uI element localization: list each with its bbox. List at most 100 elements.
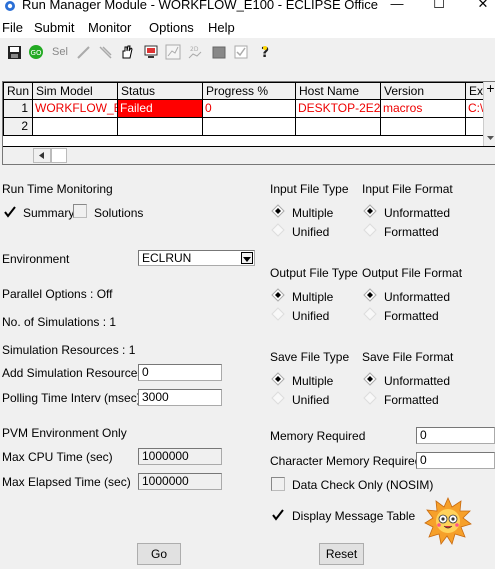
menu-options[interactable]: Options <box>149 20 194 35</box>
vertical-scrollbar[interactable]: + <box>483 81 495 146</box>
output-type-unified-radio[interactable] <box>271 307 285 321</box>
add-sim-resources-input[interactable]: 0 <box>138 364 222 381</box>
summary-label: Summary <box>23 206 75 220</box>
summary-checkbox[interactable] <box>3 205 17 219</box>
cell-version[interactable] <box>380 118 466 136</box>
output-type-multiple-radio[interactable] <box>271 288 285 302</box>
cell-version[interactable]: macros <box>380 100 466 118</box>
data-check-label: Data Check Only (NOSIM) <box>292 478 434 492</box>
menu-file[interactable]: File <box>2 20 23 35</box>
scroll-down-icon[interactable] <box>486 134 495 142</box>
save-format-unformatted-label: Unformatted <box>384 374 451 388</box>
cell-sim-model[interactable]: WORKFLOW_E100 <box>32 100 118 118</box>
2d-plot-icon[interactable]: 2D <box>186 43 204 61</box>
pvm-title: PVM Environment Only <box>2 426 127 440</box>
cell-exe[interactable] <box>465 118 485 136</box>
num-simulations-text: No. of Simulations : 1 <box>2 315 117 329</box>
svg-text:2D: 2D <box>190 46 199 53</box>
column-header-exe[interactable]: Exe <box>465 82 485 100</box>
go-button[interactable]: Go <box>137 543 181 565</box>
cell-progress[interactable]: 0 <box>202 100 296 118</box>
input-format-formatted-radio[interactable] <box>363 223 377 237</box>
input-type-unified-label: Unified <box>292 225 330 239</box>
menu-monitor[interactable]: Monitor <box>88 20 131 35</box>
save-file-format-title: Save File Format <box>362 350 454 364</box>
save-icon[interactable] <box>5 43 23 61</box>
run-time-monitoring-title: Run Time Monitoring <box>2 182 113 196</box>
environment-value: ECLRUN <box>142 251 192 265</box>
pencil-icon[interactable] <box>74 43 92 61</box>
cell-status-failed[interactable]: Failed <box>117 100 203 118</box>
toolbar: GO Sel 2D ? <box>0 40 495 66</box>
input-format-unformatted-radio[interactable] <box>363 204 377 218</box>
save-type-unified-radio[interactable] <box>271 391 285 405</box>
dropdown-button[interactable] <box>241 252 253 264</box>
scroll-left-icon <box>39 152 44 159</box>
column-header-status[interactable]: Status <box>117 82 203 100</box>
close-button[interactable]: ✕ <box>468 0 495 12</box>
title-bar: Run Manager Module - WORKFLOW_E100 - ECL… <box>0 0 495 18</box>
memory-required-input[interactable]: 0 <box>416 427 495 444</box>
column-header-host-name[interactable]: Host Name <box>295 82 381 100</box>
data-check-checkbox[interactable] <box>271 477 285 491</box>
save-format-formatted-radio[interactable] <box>363 391 377 405</box>
reset-button[interactable]: Reset <box>319 543 364 565</box>
menu-submit[interactable]: Submit <box>34 20 74 35</box>
input-type-unified-radio[interactable] <box>271 223 285 237</box>
cell-sim-model[interactable] <box>32 118 118 136</box>
save-format-unformatted-radio[interactable] <box>363 372 377 386</box>
memory-required-label: Memory Required <box>270 429 366 443</box>
max-elapsed-input[interactable]: 1000000 <box>138 473 222 490</box>
input-file-format-title: Input File Format <box>362 182 453 196</box>
lines-icon[interactable] <box>96 43 114 61</box>
row-number[interactable]: 2 <box>3 118 33 136</box>
svg-text:GO: GO <box>31 49 42 57</box>
run-icon[interactable]: GO <box>27 43 45 61</box>
solutions-label: Solutions <box>94 206 144 220</box>
cube-icon[interactable] <box>210 43 228 61</box>
output-format-unformatted-radio[interactable] <box>363 288 377 302</box>
save-format-formatted-label: Formatted <box>384 393 439 407</box>
monitor-icon[interactable] <box>142 43 160 61</box>
cell-host-name[interactable] <box>295 118 381 136</box>
column-header-version[interactable]: Version <box>380 82 466 100</box>
minimize-button[interactable]: — <box>382 0 412 11</box>
cell-exe[interactable]: C:\ <box>465 100 485 118</box>
select-button[interactable]: Sel <box>49 43 71 61</box>
scroll-thumb[interactable] <box>51 148 67 163</box>
input-type-multiple-label: Multiple <box>292 206 334 220</box>
environment-select[interactable]: ECLRUN <box>138 250 255 266</box>
environment-label: Environment <box>2 252 70 266</box>
chevron-down-icon <box>243 257 251 262</box>
column-header-progress[interactable]: Progress % <box>202 82 296 100</box>
maximize-button[interactable]: ☐ <box>424 0 454 12</box>
polling-input[interactable]: 3000 <box>138 389 222 406</box>
hand-icon[interactable] <box>118 43 136 61</box>
cell-host-name[interactable]: DESKTOP-2E2B1 <box>295 100 381 118</box>
char-memory-required-label: Character Memory Required <box>270 454 422 468</box>
output-type-multiple-label: Multiple <box>292 290 334 304</box>
runs-grid: Run Sim Model Status Progress % Host Nam… <box>2 81 495 165</box>
simulation-resources-text: Simulation Resources : 1 <box>2 343 136 357</box>
save-type-multiple-radio[interactable] <box>271 372 285 386</box>
help-icon[interactable]: ? <box>256 43 274 61</box>
row-number[interactable]: 1 <box>3 100 33 118</box>
horizontal-scrollbar[interactable] <box>3 146 495 164</box>
checklist-icon[interactable] <box>232 43 250 61</box>
chart-icon[interactable] <box>164 43 182 61</box>
add-row-button[interactable]: + <box>485 81 495 96</box>
max-cpu-input[interactable]: 1000000 <box>138 448 222 465</box>
column-header-sim-model[interactable]: Sim Model <box>32 82 118 100</box>
cell-progress[interactable] <box>202 118 296 136</box>
input-format-unformatted-label: Unformatted <box>384 206 451 220</box>
column-header-run[interactable]: Run <box>3 82 33 100</box>
char-memory-required-input[interactable]: 0 <box>416 452 495 469</box>
add-sim-resources-label: Add Simulation Resources <box>2 366 144 380</box>
solutions-checkbox[interactable] <box>73 204 87 218</box>
cell-status[interactable] <box>117 118 203 136</box>
output-format-formatted-radio[interactable] <box>363 307 377 321</box>
scroll-left-button[interactable] <box>33 148 51 163</box>
display-message-checkbox[interactable] <box>271 508 285 522</box>
menu-help[interactable]: Help <box>208 20 235 35</box>
input-type-multiple-radio[interactable] <box>271 204 285 218</box>
